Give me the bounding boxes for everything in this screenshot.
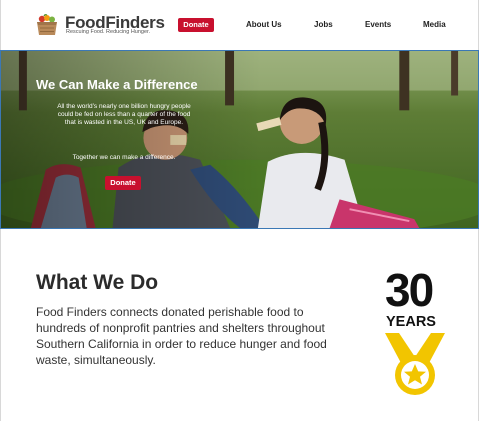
hero-banner: We Can Make a Difference All the world’s…: [0, 50, 479, 229]
hero-subtext: Together we can make a difference.: [72, 154, 176, 161]
nav-media[interactable]: Media: [423, 20, 446, 29]
nav-about-us[interactable]: About Us: [246, 20, 282, 29]
medal-star-icon: [385, 333, 445, 395]
anniversary-label: YEARS: [386, 314, 436, 330]
logo-crate-icon: [37, 14, 57, 35]
section-body: Food Finders connects donated perishable…: [36, 305, 327, 367]
nav-jobs[interactable]: Jobs: [314, 20, 333, 29]
site-header: FoodFinders Rescuing Food. Reducing Hung…: [0, 0, 479, 50]
logo-tagline: Rescuing Food. Reducing Hunger.: [66, 29, 151, 35]
section-title: What We Do: [36, 271, 159, 294]
site-logo[interactable]: FoodFinders Rescuing Food. Reducing Hung…: [35, 10, 165, 40]
what-we-do-section: What We Do Food Finders connects donated…: [0, 229, 479, 421]
hero-title: We Can Make a Difference: [36, 77, 198, 92]
anniversary-number: 30: [385, 264, 434, 316]
hero-donate-button[interactable]: Donate: [105, 176, 141, 190]
hero-text: All the world’s nearly one billion hungr…: [57, 103, 191, 127]
nav-events[interactable]: Events: [365, 20, 391, 29]
header-donate-button[interactable]: Donate: [178, 18, 214, 32]
